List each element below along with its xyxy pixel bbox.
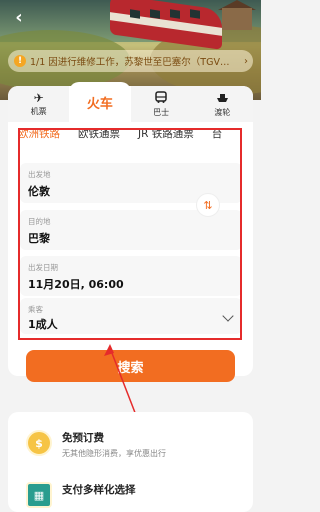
date-value: 11月20日, 06:00 — [28, 278, 124, 291]
coin-icon: $ — [26, 430, 52, 456]
warning-icon: ! — [14, 55, 26, 67]
passenger-label: 乘客 — [28, 305, 43, 314]
tab-label: 渡轮 — [214, 107, 231, 117]
tab-flights[interactable]: ✈ 机票 — [8, 86, 70, 122]
destination-label: 目的地 — [28, 217, 51, 226]
back-button[interactable]: ‹ — [8, 6, 30, 28]
hero-train-window — [130, 9, 140, 19]
rail-product-tabs: 欧洲铁路 欧铁通票 JR 铁路通票 台 — [18, 126, 253, 148]
tab-ferry[interactable]: 渡轮 — [191, 86, 253, 122]
origin-label: 出发地 — [28, 170, 51, 179]
swap-icon: ⇅ — [203, 198, 213, 212]
hero-train-window — [150, 9, 160, 19]
promo-card: $ 免预订费 无其他隐形消费，享优惠出行 ▦ 支付多样化选择 — [8, 412, 253, 512]
tab-trains[interactable]: 火车 — [69, 82, 131, 122]
passenger-field[interactable]: 乘客 1成人 — [20, 298, 242, 334]
hero-train-window — [170, 9, 180, 19]
notice-banner[interactable]: ! 1/1 因进行维修工作，苏黎世至巴塞尔（TGV… › — [8, 50, 253, 72]
chevron-down-icon — [222, 310, 234, 322]
swap-stations-button[interactable]: ⇅ — [196, 193, 220, 217]
hero-house — [222, 8, 252, 30]
tab-label: 火车 — [86, 96, 113, 112]
booking-card: ✈ 机票 火车 巴士 渡轮 欧洲铁路 欧铁通票 JR 铁路通票 台 出发地 伦敦… — [8, 82, 253, 376]
promo-desc: 无其他隐形消费，享优惠出行 — [62, 449, 166, 458]
promo-item: $ 免预订费 无其他隐形消费，享优惠出行 — [26, 430, 166, 459]
tab-jr-pass[interactable]: JR 铁路通票 — [138, 126, 194, 148]
ferry-icon — [216, 91, 229, 106]
chevron-right-icon: › — [244, 55, 248, 67]
search-button[interactable]: 搜索 — [26, 350, 235, 382]
tab-label: 巴士 — [153, 107, 170, 117]
tab-europe-rail[interactable]: 欧洲铁路 — [18, 126, 60, 148]
credit-card-icon: ▦ — [26, 482, 52, 508]
promo-title: 支付多样化选择 — [62, 484, 136, 496]
tab-bus[interactable]: 巴士 — [130, 86, 192, 122]
promo-title: 免预订费 — [62, 432, 104, 444]
departure-date-field[interactable]: 出发日期 11月20日, 06:00 — [20, 256, 242, 296]
hero-train-window — [190, 9, 200, 19]
chevron-left-icon: ‹ — [15, 6, 23, 28]
bus-icon — [155, 90, 167, 106]
destination-value: 巴黎 — [28, 232, 50, 245]
origin-value: 伦敦 — [28, 185, 50, 198]
notice-text: 1/1 因进行维修工作，苏黎世至巴塞尔（TGV… — [30, 57, 230, 68]
date-label: 出发日期 — [28, 263, 58, 272]
transport-mode-tabs: ✈ 机票 火车 巴士 渡轮 — [8, 82, 253, 122]
plane-icon: ✈ — [33, 90, 44, 105]
promo-item: ▦ 支付多样化选择 — [26, 482, 136, 508]
tab-taiwan-rail[interactable]: 台 — [212, 126, 223, 148]
passenger-value: 1成人 — [28, 318, 58, 331]
tab-label: 机票 — [30, 106, 47, 116]
tab-eurail-pass[interactable]: 欧铁通票 — [78, 126, 120, 148]
